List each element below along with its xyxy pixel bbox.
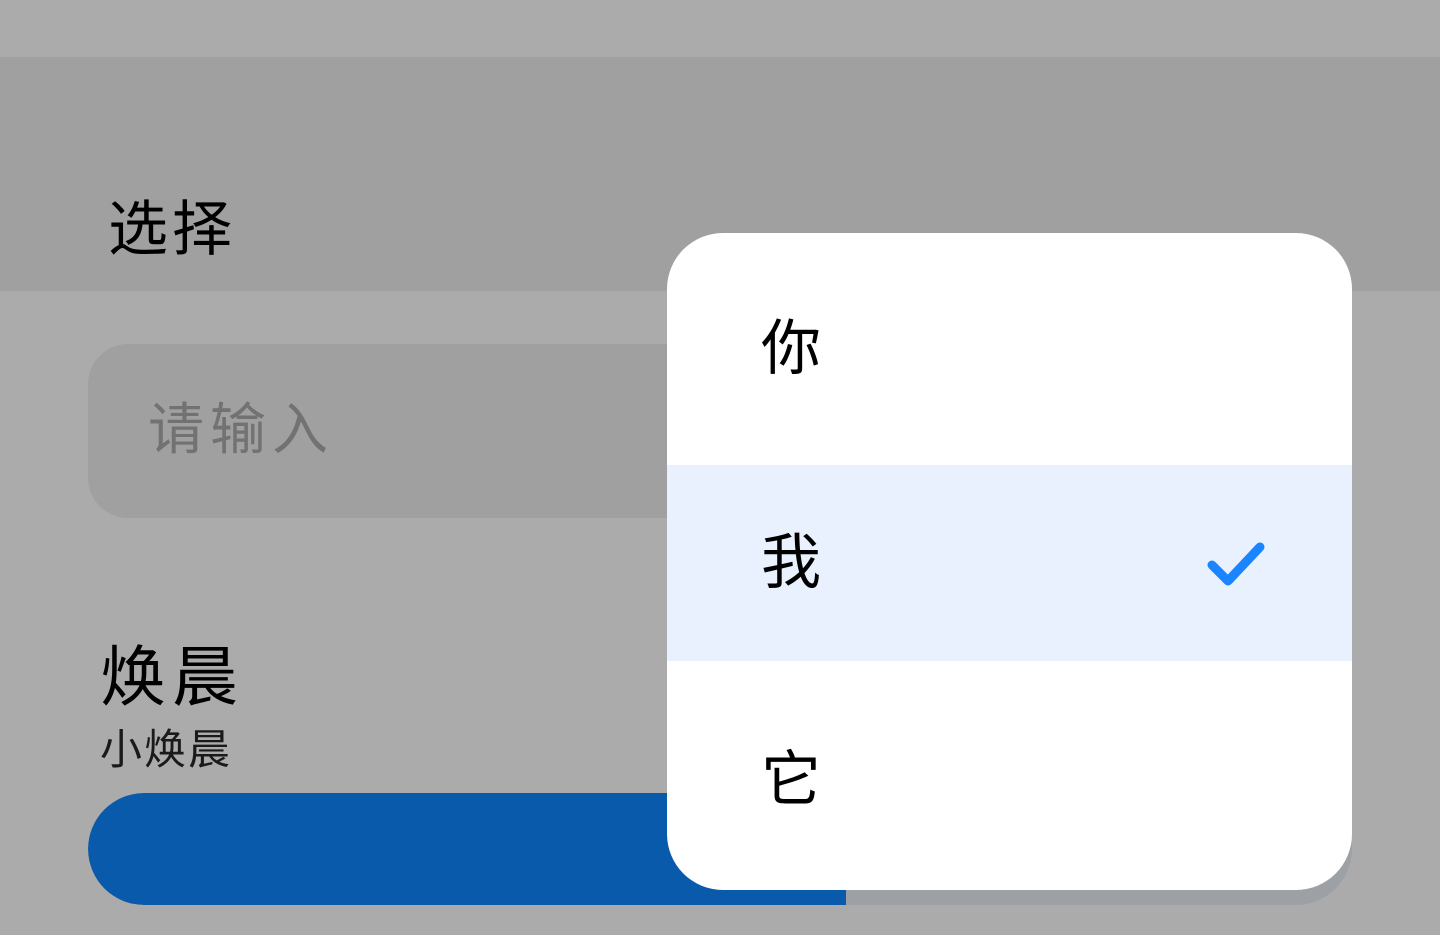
list-item-subtitle: 小焕晨 xyxy=(100,725,233,774)
list-item-title: 焕晨 xyxy=(100,639,244,716)
page-title: 选择 xyxy=(108,195,236,265)
popup-menu: 你 我 它 xyxy=(667,233,1352,890)
menu-item-label: 我 xyxy=(761,528,821,598)
menu-item-ni[interactable]: 你 xyxy=(667,233,1352,465)
search-placeholder: 请输入 xyxy=(148,398,334,463)
check-icon xyxy=(1207,542,1265,586)
menu-item-ta[interactable]: 它 xyxy=(667,661,1352,890)
status-bar xyxy=(0,0,1440,57)
screen: 选择 请输入 焕晨 小焕晨 你 我 它 xyxy=(0,0,1440,935)
menu-item-wo[interactable]: 我 xyxy=(667,465,1352,661)
menu-item-label: 它 xyxy=(761,745,821,815)
menu-item-label: 你 xyxy=(761,314,821,384)
